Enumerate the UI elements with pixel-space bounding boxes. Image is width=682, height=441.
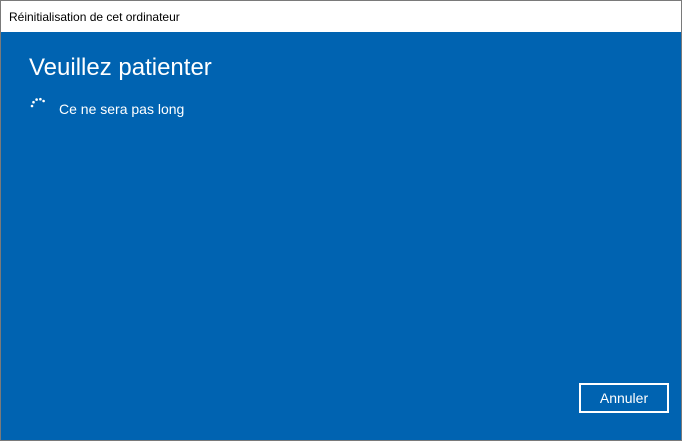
main-panel: Veuillez patienter Ce ne sera pas long A…: [1, 32, 681, 440]
page-title: Veuillez patienter: [29, 54, 212, 81]
loading-spinner-icon: [29, 96, 47, 114]
title-bar[interactable]: Réinitialisation de cet ordinateur: [1, 1, 681, 32]
reset-pc-window: Réinitialisation de cet ordinateur Veuil…: [0, 0, 682, 441]
window-title: Réinitialisation de cet ordinateur: [9, 10, 180, 24]
cancel-button[interactable]: Annuler: [579, 383, 669, 413]
status-message: Ce ne sera pas long: [59, 101, 185, 117]
